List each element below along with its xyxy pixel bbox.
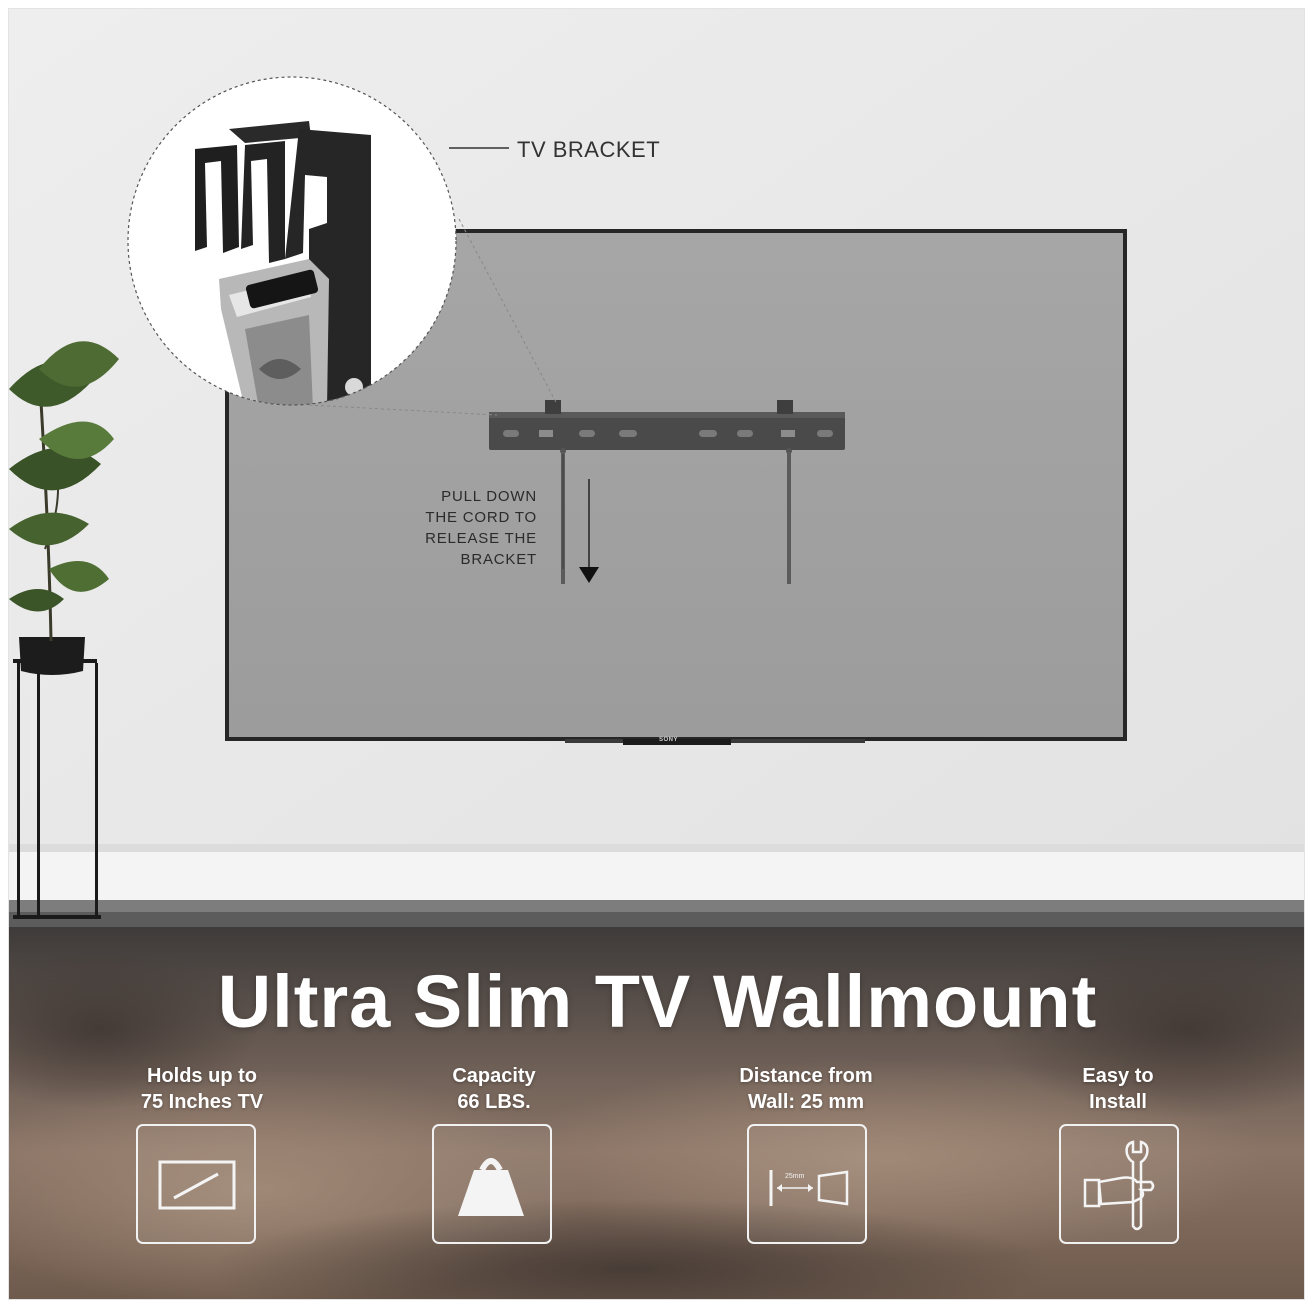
feature-tv-size: Holds up to 75 Inches TV — [97, 1063, 307, 1115]
product-image: TV BRACKET PULL DOWN THE CORD TO RELEASE… — [8, 8, 1305, 1300]
feature-easy-install: Easy to Install — [1013, 1063, 1223, 1115]
pull-cord-instruction: PULL DOWN THE CORD TO RELEASE THE BRACKE… — [369, 486, 537, 570]
feature-label: Holds up to 75 Inches TV — [140, 1065, 264, 1113]
pull-label-line: THE CORD TO — [425, 509, 537, 526]
pull-label-line: PULL DOWN — [441, 488, 537, 505]
wrench-hand-icon — [1059, 1124, 1179, 1244]
pull-label-line: BRACKET — [460, 551, 537, 568]
weight-icon — [432, 1124, 552, 1244]
feature-capacity: Capacity 66 LBS. — [389, 1063, 599, 1115]
skirting-board — [9, 852, 1304, 900]
feature-label: Distance from Wall: 25 mm — [739, 1065, 873, 1113]
tv-brand-logo: SONY — [659, 737, 679, 743]
pull-label-line: RELEASE THE — [425, 530, 537, 547]
wall-distance-icon: 25mm — [747, 1124, 867, 1244]
product-title: Ultra Slim TV Wallmount — [217, 960, 1098, 1043]
distance-caption: 25mm — [785, 1173, 805, 1180]
feature-label: Capacity 66 LBS. — [452, 1065, 536, 1113]
feature-label: Easy to Install — [1082, 1065, 1154, 1113]
tv-screen-icon — [136, 1124, 256, 1244]
feature-wall-distance: Distance from Wall: 25 mm — [701, 1063, 911, 1115]
tv-bracket-label: TV BRACKET — [517, 137, 661, 162]
